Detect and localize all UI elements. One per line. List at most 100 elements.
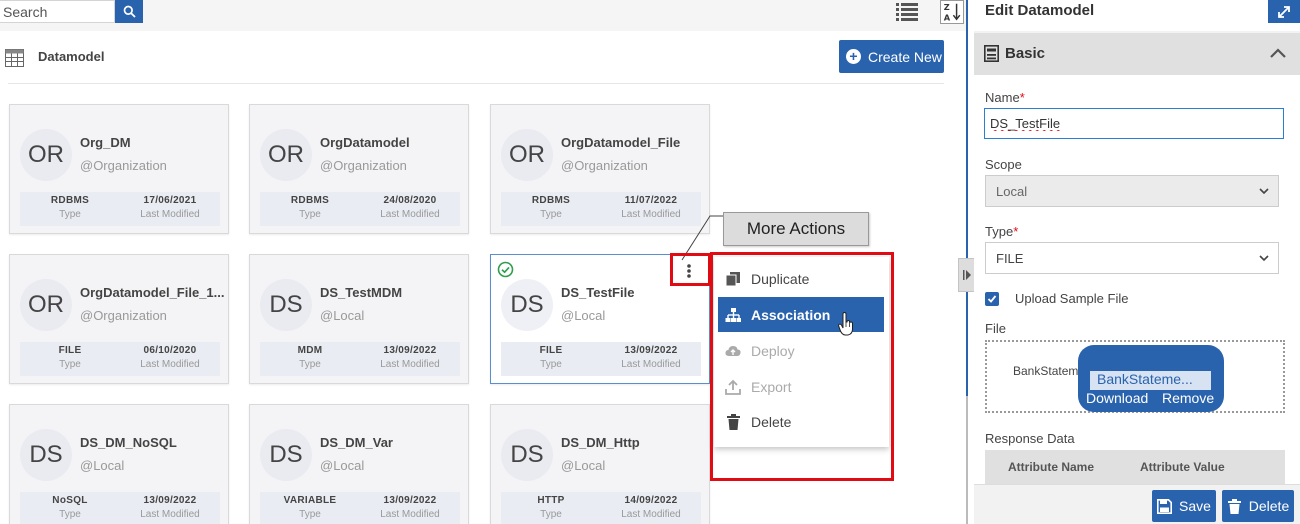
card-type: NoSQL — [52, 495, 88, 506]
collapse-panel-handle[interactable] — [958, 258, 975, 292]
panel-footer: Save Delete — [974, 484, 1300, 524]
section-basic-header[interactable]: Basic — [974, 33, 1300, 75]
svg-text:Z: Z — [944, 2, 950, 12]
type-value: FILE — [996, 250, 1024, 266]
card-name: OrgDatamodel_File — [561, 135, 681, 150]
file-tooltip: BankStateme... Download Remove — [1078, 345, 1224, 412]
check-circle-icon — [497, 261, 514, 278]
name-label: Name* — [985, 90, 1025, 105]
card-type: HTTP — [537, 495, 565, 506]
search-button[interactable] — [115, 0, 143, 23]
required-marker: * — [1019, 90, 1025, 105]
toolbar: Z A — [0, 0, 966, 31]
type-select[interactable]: FILE — [985, 242, 1279, 274]
panel-header: Edit Datamodel — [974, 0, 1300, 31]
card-name: DS_DM_Var — [320, 435, 393, 450]
remove-link[interactable]: Remove — [1162, 390, 1214, 406]
card-name: DS_TestMDM — [320, 285, 403, 300]
datamodel-card[interactable]: OR OrgDatamodel_File_1... @Organization … — [9, 254, 229, 384]
avatar: DS — [20, 429, 72, 481]
card-type-label: Type — [540, 509, 562, 520]
save-button[interactable]: Save — [1152, 490, 1216, 522]
save-label: Save — [1179, 498, 1211, 514]
avatar: OR — [260, 129, 312, 181]
section-title: Basic — [1005, 45, 1046, 62]
card-type-label: Type — [540, 359, 562, 370]
scope-select[interactable]: Local — [985, 175, 1279, 207]
datamodel-card[interactable]: DS DS_DM_NoSQL @Local NoSQL Type 13/09/20… — [9, 404, 229, 524]
splitter[interactable] — [966, 0, 968, 396]
form-icon — [984, 45, 999, 62]
table-icon — [5, 49, 24, 67]
card-type-label: Type — [540, 209, 562, 220]
avatar: DS — [501, 279, 553, 331]
hand-cursor-icon — [838, 312, 853, 336]
delete-button[interactable]: Delete — [1222, 490, 1294, 522]
card-modified: 11/07/2022 — [624, 195, 678, 206]
search-input[interactable] — [0, 0, 115, 23]
chevron-up-icon[interactable] — [1269, 44, 1287, 62]
datamodel-card[interactable]: OR OrgDatamodel_File @Organization RDBMS… — [490, 104, 710, 234]
more-actions-callout: More Actions — [723, 212, 869, 246]
card-type: VARIABLE — [283, 495, 337, 506]
delete-label: Delete — [1248, 498, 1290, 514]
save-icon — [1157, 498, 1173, 514]
attribute-name-header: Attribute Name — [1008, 460, 1095, 474]
datamodel-card[interactable]: DS DS_DM_Http @Local HTTP Type 14/09/2022… — [490, 404, 710, 524]
attribute-value-header: Attribute Value — [1140, 460, 1225, 474]
sort-az-icon[interactable]: Z A — [940, 0, 964, 24]
card-name: DS_DM_NoSQL — [80, 435, 177, 450]
card-scope: @Organization — [80, 158, 167, 173]
expand-icon — [1278, 5, 1290, 18]
card-scope: @Local — [561, 458, 606, 473]
card-name: OrgDatamodel_File_1... — [80, 285, 225, 300]
search-icon — [123, 5, 136, 18]
card-type-label: Type — [59, 509, 81, 520]
datamodel-card[interactable]: DS DS_DM_Var @Local VARIABLE Type 13/09/2… — [249, 404, 469, 524]
annotation-highlight — [670, 253, 711, 286]
create-new-label: Create New — [868, 48, 942, 65]
card-modified: 13/09/2022 — [383, 495, 437, 506]
card-meta: MDM Type 13/09/2022 Last Modified — [260, 342, 460, 376]
avatar: DS — [501, 429, 553, 481]
card-type-label: Type — [299, 359, 321, 370]
card-modified: 17/06/2021 — [143, 195, 197, 206]
card-type-label: Type — [59, 359, 81, 370]
datamodel-card[interactable]: DS DS_TestMDM @Local MDM Type 13/09/2022 L… — [249, 254, 469, 384]
response-data-label: Response Data — [985, 431, 1075, 446]
card-meta: HTTP Type 14/09/2022 Last Modified — [501, 492, 701, 524]
list-view-icon[interactable] — [896, 2, 918, 22]
checkmark-icon — [987, 295, 997, 303]
card-name: DS_DM_Http — [561, 435, 640, 450]
upload-sample-checkbox[interactable] — [985, 292, 999, 306]
name-field[interactable] — [984, 108, 1284, 139]
download-link[interactable]: Download — [1086, 390, 1148, 406]
splitter-track — [966, 396, 968, 524]
card-name: Org_DM — [80, 135, 131, 150]
card-modified-label: Last Modified — [380, 209, 440, 220]
create-new-button[interactable]: + Create New — [839, 40, 944, 73]
card-scope: @Organization — [80, 308, 167, 323]
card-modified: 13/09/2022 — [143, 495, 197, 506]
file-name: BankStatem — [1013, 364, 1079, 378]
scope-value: Local — [996, 183, 1028, 199]
file-drop-zone[interactable]: BankStatem BankStateme... Download Remov… — [985, 340, 1285, 413]
app-root: Z A Datamodel + Create New OR Org_DM @Or… — [0, 0, 1300, 524]
datamodel-card[interactable]: OR OrgDatamodel @Organization RDBMS Type … — [249, 104, 469, 234]
avatar: DS — [260, 279, 312, 331]
card-modified-label: Last Modified — [140, 359, 200, 370]
card-type-label: Type — [59, 209, 81, 220]
card-meta: FILE Type 06/10/2020 Last Modified — [20, 342, 220, 376]
card-modified-label: Last Modified — [380, 359, 440, 370]
card-meta: NoSQL Type 13/09/2022 Last Modified — [20, 492, 220, 524]
chevron-down-icon — [1259, 255, 1269, 262]
expand-button[interactable] — [1268, 0, 1300, 23]
datamodel-card[interactable]: OR Org_DM @Organization RDBMS Type 17/06/… — [9, 104, 229, 234]
type-label: Type* — [985, 224, 1018, 239]
card-modified-label: Last Modified — [621, 509, 681, 520]
caret-right-icon — [962, 270, 971, 280]
card-modified-label: Last Modified — [380, 509, 440, 520]
card-meta: FILE Type 13/09/2022 Last Modified — [501, 342, 701, 376]
upload-sample-label: Upload Sample File — [1015, 291, 1129, 306]
card-meta: RDBMS Type 17/06/2021 Last Modified — [20, 192, 220, 226]
